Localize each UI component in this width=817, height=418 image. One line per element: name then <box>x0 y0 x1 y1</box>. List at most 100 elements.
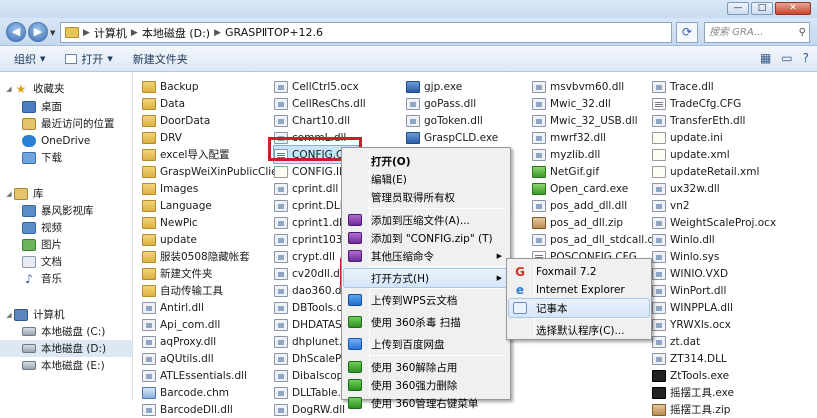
file-item[interactable]: WinPort.dll <box>652 282 726 299</box>
file-item[interactable]: pos_ad_dll.zip <box>532 214 623 231</box>
address-field[interactable]: ▶ 计算机 ▶ 本地磁盘 (D:) ▶ GRASPⅡTOP+12.6 <box>60 22 672 43</box>
file-item[interactable]: goPass.dll <box>406 95 476 112</box>
file-item[interactable]: Language <box>142 197 212 214</box>
file-item[interactable]: vn2 <box>652 197 690 214</box>
file-item[interactable]: updateRetail.xml <box>652 163 759 180</box>
breadcrumb-separator[interactable]: ▶ <box>131 28 138 38</box>
file-item[interactable]: goToken.dll <box>406 112 483 129</box>
file-item[interactable]: cv20dll.dll <box>274 265 346 282</box>
menu-item[interactable]: 选择默认程序(C)... <box>509 321 649 339</box>
file-item[interactable]: ZtTools.exe <box>652 367 729 384</box>
nav-item[interactable]: 图片 <box>0 236 132 253</box>
minimize-button[interactable]: — <box>727 2 749 15</box>
forward-button[interactable]: ▶ <box>28 22 48 42</box>
file-item[interactable]: pos_add_dll.dll <box>532 197 627 214</box>
help-icon[interactable]: ? <box>803 51 809 65</box>
menu-item[interactable]: 打开(O) <box>344 152 508 170</box>
file-item[interactable]: NewPic <box>142 214 198 231</box>
breadcrumb-separator[interactable]: ▶ <box>214 28 221 38</box>
breadcrumb-computer[interactable]: 计算机 <box>94 25 127 41</box>
file-item[interactable]: zt.dat <box>652 333 700 350</box>
menu-item[interactable]: 添加到压缩文件(A)... <box>344 211 508 229</box>
view-options-icon[interactable]: ▦ <box>760 51 771 65</box>
file-item[interactable]: commL.dll <box>274 129 346 146</box>
close-button[interactable]: ✕ <box>775 2 811 15</box>
nav-item[interactable]: 本地磁盘 (E:) <box>0 357 132 374</box>
file-item[interactable]: DHDATASE <box>274 316 348 333</box>
breadcrumb-separator[interactable]: ▶ <box>83 28 90 38</box>
file-item[interactable]: Backup <box>142 78 199 95</box>
expand-caret-icon[interactable]: ◢ <box>4 311 14 319</box>
file-item[interactable]: cprint.DLL <box>274 197 346 214</box>
file-item[interactable]: Api_com.dll <box>142 316 220 333</box>
file-item[interactable]: WINPPLA.dll <box>652 299 733 316</box>
nav-item[interactable]: OneDrive <box>0 132 132 149</box>
file-item[interactable]: ATLEssentials.dll <box>142 367 247 384</box>
file-item[interactable]: Winlo.sys <box>652 248 719 265</box>
nav-item[interactable]: 暴风影视库 <box>0 202 132 219</box>
nav-item[interactable]: 本地磁盘 (C:) <box>0 323 132 340</box>
file-item[interactable]: GraspWeiXinPublicClient <box>142 163 288 180</box>
menu-item[interactable]: 使用 360解除占用 <box>344 358 508 376</box>
file-item[interactable]: 摇摆工具.zip <box>652 401 730 418</box>
file-item[interactable]: aqProxy.dll <box>142 333 216 350</box>
nav-item[interactable]: ◢ 库 <box>0 185 132 202</box>
expand-caret-icon[interactable]: ◢ <box>4 190 14 198</box>
menu-item[interactable]: 添加到 "CONFIG.zip" (T) <box>344 229 508 247</box>
file-item[interactable]: TransferEth.dll <box>652 112 745 129</box>
menu-item[interactable]: 打开方式(H) ▶ <box>343 268 509 288</box>
file-item[interactable]: 服装0508隐藏帐套 <box>142 248 250 265</box>
file-item[interactable]: update.ini <box>652 129 723 146</box>
breadcrumb-current-folder[interactable]: GRASPⅡTOP+12.6 <box>225 26 323 39</box>
search-input[interactable]: 搜索 GRA... ⚲ <box>704 22 810 43</box>
file-item[interactable]: Images <box>142 180 198 197</box>
file-item[interactable]: DoorData <box>142 112 210 129</box>
file-item[interactable]: mwrf32.dll <box>532 129 606 146</box>
refresh-button[interactable]: ⟳ <box>676 22 698 43</box>
file-item[interactable]: DBTools.dll <box>274 299 349 316</box>
file-item[interactable]: WeightScaleProj.ocx <box>652 214 776 231</box>
nav-item[interactable]: 文档 <box>0 253 132 270</box>
file-item[interactable]: TradeCfg.CFG <box>652 95 741 112</box>
file-item[interactable]: crypt.dll <box>274 248 335 265</box>
file-item[interactable]: Data <box>142 95 185 112</box>
menu-item[interactable]: e Internet Explorer <box>509 281 649 299</box>
open-button[interactable]: 打开 ▼ <box>65 51 113 67</box>
file-item[interactable]: DhScalePro <box>274 350 352 367</box>
nav-item[interactable]: ◢ ★ 收藏夹 <box>0 80 132 97</box>
file-item[interactable]: Barcode.chm <box>142 384 229 401</box>
nav-item[interactable]: 视频 <box>0 219 132 236</box>
file-item[interactable]: update <box>142 231 197 248</box>
menu-item[interactable]: 管理员取得所有权 <box>344 188 508 206</box>
file-item[interactable]: CellCtrl5.ocx <box>274 78 359 95</box>
nav-item[interactable]: ◢ 计算机 <box>0 306 132 323</box>
file-item[interactable]: 新建文件夹 <box>142 265 213 282</box>
file-item[interactable]: YRWXls.ocx <box>652 316 731 333</box>
file-item[interactable]: ZT314.DLL <box>652 350 727 367</box>
file-item[interactable]: CONFIG.INI <box>274 163 350 180</box>
menu-item[interactable]: 使用 360管理右键菜单 <box>344 394 508 412</box>
search-icon[interactable]: ⚲ <box>799 23 806 42</box>
nav-item[interactable]: ♪ 音乐 <box>0 270 132 287</box>
file-item[interactable]: myzlib.dll <box>532 146 600 163</box>
file-item[interactable]: dhplunet.d <box>274 333 349 350</box>
file-item[interactable]: 自动传输工具 <box>142 282 223 299</box>
history-dropdown-icon[interactable]: ▼ <box>50 29 55 37</box>
file-item[interactable]: DogRW.dll <box>274 401 345 418</box>
file-item[interactable]: Trace.dll <box>652 78 714 95</box>
maximize-button[interactable]: □ <box>751 2 773 15</box>
file-item[interactable]: GraspCLD.exe <box>406 129 498 146</box>
new-folder-button[interactable]: 新建文件夹 <box>133 51 188 67</box>
nav-item[interactable]: 最近访问的位置 <box>0 115 132 132</box>
file-item[interactable]: CellResChs.dll <box>274 95 366 112</box>
back-button[interactable]: ◀ <box>6 22 26 42</box>
menu-item[interactable]: 上传到百度网盘 <box>344 335 508 353</box>
menu-item[interactable]: 上传到WPS云文档 <box>344 291 508 309</box>
file-item[interactable]: dao360.dll <box>274 282 347 299</box>
menu-item[interactable]: 使用 360杀毒 扫描 <box>344 313 508 331</box>
file-item[interactable]: DRV <box>142 129 182 146</box>
file-item[interactable]: Mwic_32_USB.dll <box>532 112 638 129</box>
file-item[interactable]: Dibalscop. <box>274 367 347 384</box>
organize-button[interactable]: 组织 ▼ <box>14 51 45 67</box>
file-item[interactable]: DLLTable. <box>274 384 341 401</box>
